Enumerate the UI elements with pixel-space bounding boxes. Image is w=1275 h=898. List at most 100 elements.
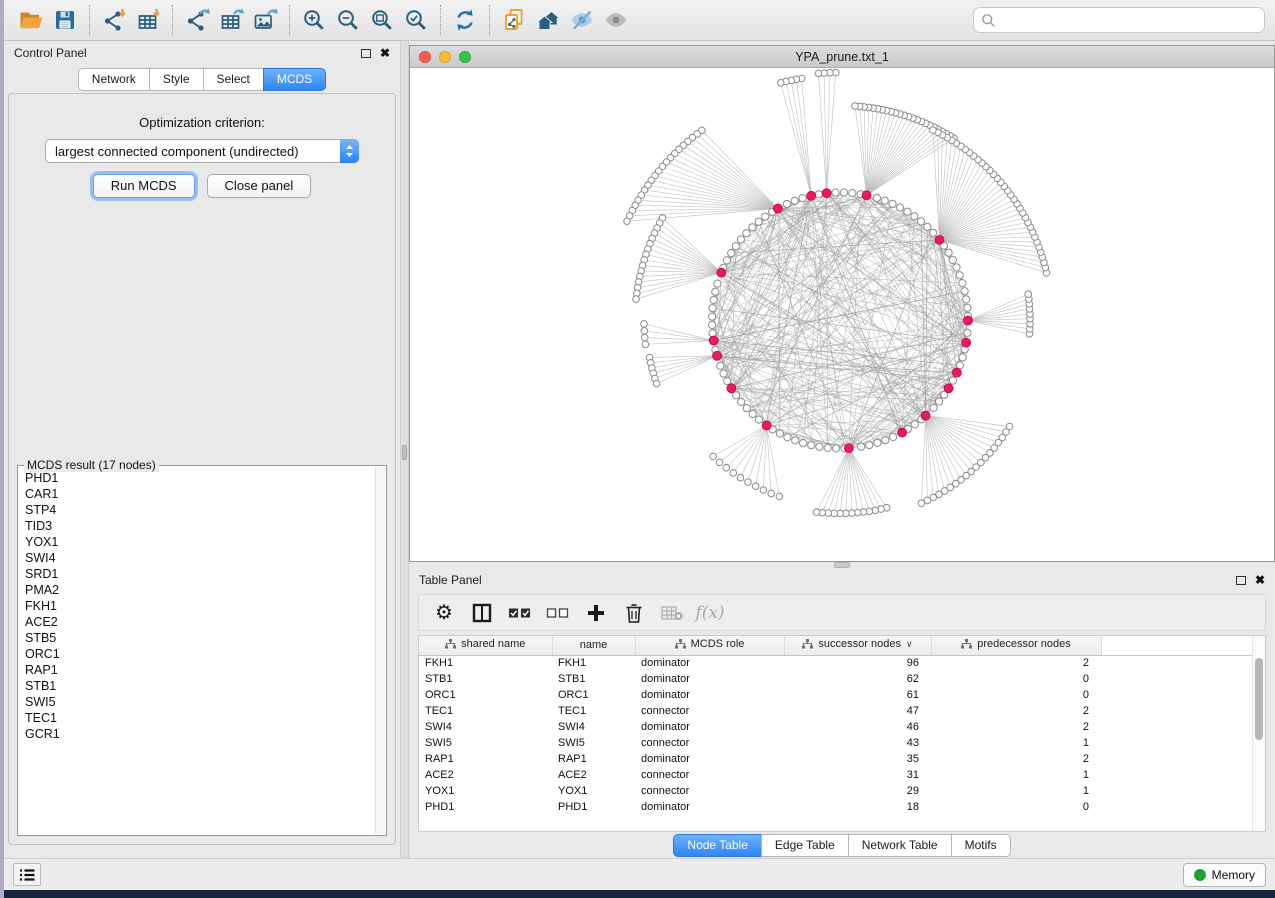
column-header-name[interactable]: name <box>552 636 635 655</box>
zoom-out-button[interactable] <box>331 4 365 36</box>
save-button[interactable] <box>48 4 82 36</box>
export-network-icon <box>185 8 210 32</box>
tab-style[interactable]: Style <box>149 68 204 91</box>
list-item[interactable]: CAR1 <box>25 486 375 502</box>
export-network-button[interactable] <box>180 4 214 36</box>
list-item[interactable]: SRD1 <box>25 566 375 582</box>
table-row[interactable]: ACE2ACE2connector311 <box>419 767 1252 783</box>
tab-network-table[interactable]: Network Table <box>848 834 952 857</box>
horizontal-split-handle[interactable] <box>834 562 850 568</box>
delete-button[interactable] <box>615 598 653 628</box>
list-item[interactable]: SWI4 <box>25 550 375 566</box>
column-layout-button[interactable] <box>463 598 501 628</box>
mcds-result-box: MCDS result (17 nodes) PHD1CAR1STP4TID3Y… <box>17 465 387 836</box>
search-input[interactable] <box>996 13 1257 27</box>
list-item[interactable]: TEC1 <box>25 710 375 726</box>
memory-button[interactable]: Memory <box>1183 863 1266 887</box>
open-button[interactable] <box>14 4 48 36</box>
list-item[interactable]: STB5 <box>25 630 375 646</box>
column-type-icon <box>445 639 456 649</box>
table-scrollbar-thumb[interactable] <box>1255 658 1263 740</box>
tab-motifs[interactable]: Motifs <box>951 834 1011 857</box>
list-item[interactable]: ORC1 <box>25 646 375 662</box>
zoom-in-button[interactable] <box>297 4 331 36</box>
network-view-titlebar[interactable]: YPA_prune.txt_1 <box>410 46 1274 68</box>
search-field[interactable] <box>973 7 1265 33</box>
save-icon <box>53 8 78 32</box>
tab-select[interactable]: Select <box>203 68 264 91</box>
list-item[interactable]: STP4 <box>25 502 375 518</box>
vertical-split-divider[interactable] <box>400 41 409 858</box>
tab-edge-table[interactable]: Edge Table <box>761 834 849 857</box>
criterion-dropdown[interactable]: largest connected component (undirected) <box>45 139 359 163</box>
list-item[interactable]: TID3 <box>25 518 375 534</box>
horizontal-split-divider[interactable] <box>409 562 1275 568</box>
refresh-icon <box>453 8 478 32</box>
tab-network[interactable]: Network <box>78 68 150 91</box>
column-header-successor-nodes[interactable]: successor nodes∨ <box>784 636 931 655</box>
node-table: shared namenameMCDS rolesuccessor nodes∨… <box>419 636 1252 815</box>
zoom-fit-button[interactable] <box>365 4 399 36</box>
table-row[interactable]: YOX1YOX1connector291 <box>419 783 1252 799</box>
search-icon <box>981 13 996 28</box>
select-all-button[interactable] <box>501 598 539 628</box>
table-row[interactable]: SWI4SWI4dominator462 <box>419 719 1252 735</box>
list-item[interactable]: PMA2 <box>25 582 375 598</box>
column-type-icon <box>802 639 813 649</box>
criterion-stepper[interactable] <box>340 139 359 163</box>
export-image-button[interactable] <box>248 4 282 36</box>
table-scrollbar[interactable] <box>1252 636 1265 831</box>
deselect-all-button[interactable] <box>539 598 577 628</box>
export-image-icon <box>253 8 278 32</box>
table-row[interactable]: TEC1TEC1connector472 <box>419 703 1252 719</box>
close-panel-button[interactable]: Close panel <box>207 174 312 198</box>
table-row[interactable]: ORC1ORC1dominator610 <box>419 687 1252 703</box>
hide-selected-button[interactable] <box>565 4 599 36</box>
import-table-button[interactable] <box>131 4 165 36</box>
add-button[interactable] <box>577 598 615 628</box>
close-table-panel-icon[interactable]: ✖ <box>1255 575 1265 585</box>
task-history-button[interactable] <box>13 863 41 886</box>
column-header-predecessor-nodes[interactable]: predecessor nodes <box>931 636 1101 655</box>
tab-mcds[interactable]: MCDS <box>263 68 326 91</box>
sort-desc-icon: ∨ <box>906 639 913 650</box>
table-row[interactable]: STB1STB1dominator620 <box>419 671 1252 687</box>
vertical-split-handle[interactable] <box>402 445 407 460</box>
table-row[interactable]: FKH1FKH1dominator962 <box>419 655 1252 671</box>
list-item[interactable]: FKH1 <box>25 598 375 614</box>
export-table-button[interactable] <box>214 4 248 36</box>
main-toolbar <box>4 0 1275 41</box>
show-all-button[interactable] <box>599 4 633 36</box>
import-network-button[interactable] <box>97 4 131 36</box>
gear-button[interactable]: ⚙ <box>425 598 463 628</box>
list-item[interactable]: STB1 <box>25 678 375 694</box>
deselect-all-icon <box>546 607 570 619</box>
close-panel-icon[interactable]: ✖ <box>380 48 390 58</box>
refresh-button[interactable] <box>448 4 482 36</box>
function-button: f(x) <box>691 598 729 628</box>
list-item[interactable]: YOX1 <box>25 534 375 550</box>
first-neighbors-icon <box>536 8 561 32</box>
control-panel-tabs: NetworkStyleSelectMCDS <box>4 68 400 91</box>
list-item[interactable]: RAP1 <box>25 662 375 678</box>
control-panel-title: Control Panel <box>14 46 87 60</box>
list-item[interactable]: SWI5 <box>25 694 375 710</box>
table-row[interactable]: PHD1PHD1dominator180 <box>419 799 1252 815</box>
table-row[interactable]: SWI5SWI5connector431 <box>419 735 1252 751</box>
network-canvas[interactable] <box>410 68 1274 561</box>
float-table-panel-icon[interactable] <box>1236 576 1246 585</box>
column-header-MCDS-role[interactable]: MCDS role <box>635 636 784 655</box>
toolbar-separator <box>289 5 290 35</box>
first-neighbors-button[interactable] <box>531 4 565 36</box>
tab-node-table[interactable]: Node Table <box>673 834 762 857</box>
float-panel-icon[interactable] <box>361 49 371 58</box>
list-item[interactable]: ACE2 <box>25 614 375 630</box>
list-item[interactable]: PHD1 <box>25 470 375 486</box>
list-item[interactable]: GCR1 <box>25 726 375 742</box>
zoom-selected-button[interactable] <box>399 4 433 36</box>
table-row[interactable]: RAP1RAP1dominator352 <box>419 751 1252 767</box>
clone-network-button[interactable] <box>497 4 531 36</box>
run-mcds-button[interactable]: Run MCDS <box>93 174 195 198</box>
mcds-result-scrollbar[interactable] <box>375 467 385 834</box>
column-header-shared-name[interactable]: shared name <box>419 636 552 655</box>
